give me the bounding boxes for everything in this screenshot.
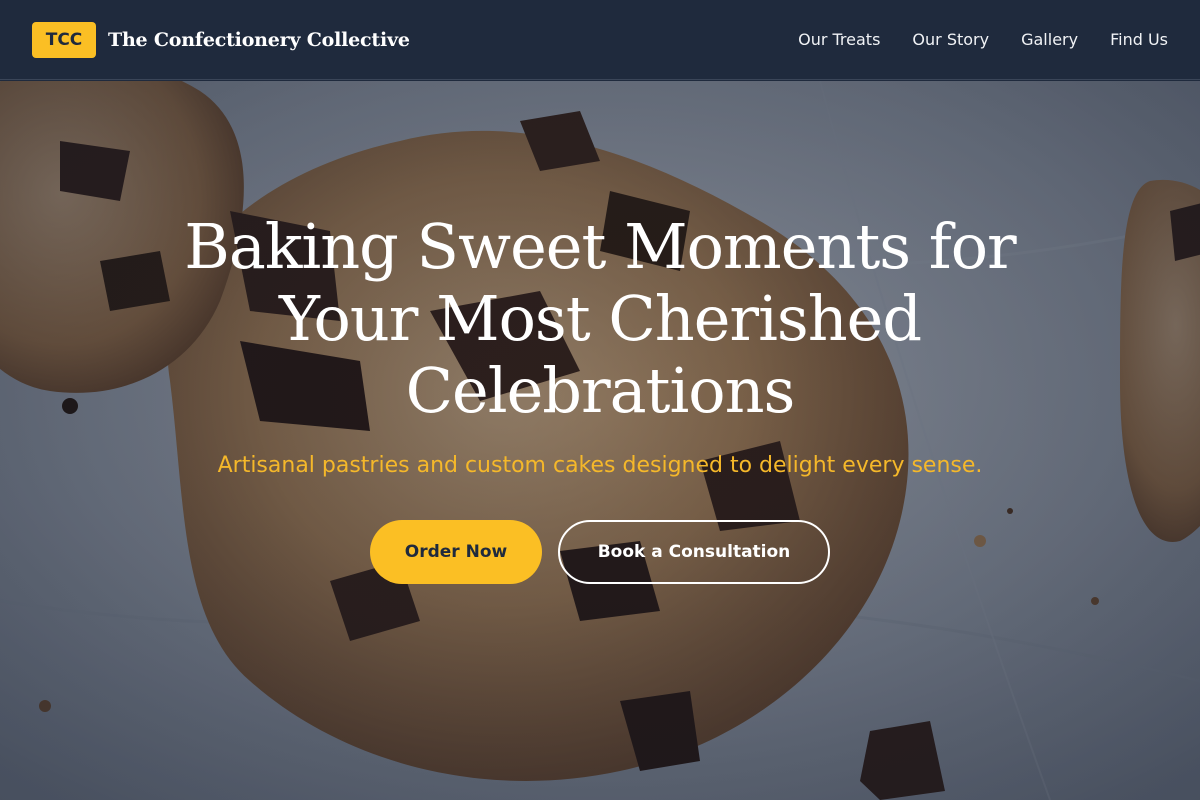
logo-badge: TCC	[32, 21, 96, 58]
hero-subtitle: Artisanal pastries and custom cakes desi…	[217, 453, 983, 478]
hero-title: Baking Sweet Moments for Your Most Cheri…	[184, 210, 1016, 427]
site-header: TCC The Confectionery Collective Our Tre…	[0, 0, 1200, 80]
brand-name: The Confectionery Collective	[108, 28, 410, 51]
hero-cta-row: Order Now Book a Consultation	[370, 520, 830, 584]
book-consultation-button[interactable]: Book a Consultation	[558, 520, 830, 584]
order-now-button[interactable]: Order Now	[370, 520, 542, 584]
nav-link-find-us[interactable]: Find Us	[1110, 30, 1168, 49]
nav-link-our-treats[interactable]: Our Treats	[798, 30, 880, 49]
brand-home-link[interactable]: TCC The Confectionery Collective	[32, 21, 410, 58]
main-nav: Our Treats Our Story Gallery Find Us	[766, 30, 1168, 49]
nav-link-our-story[interactable]: Our Story	[912, 30, 989, 49]
hero-section: Baking Sweet Moments for Your Most Cheri…	[0, 81, 1200, 800]
nav-link-gallery[interactable]: Gallery	[1021, 30, 1078, 49]
hero-content: Baking Sweet Moments for Your Most Cheri…	[0, 81, 1200, 800]
